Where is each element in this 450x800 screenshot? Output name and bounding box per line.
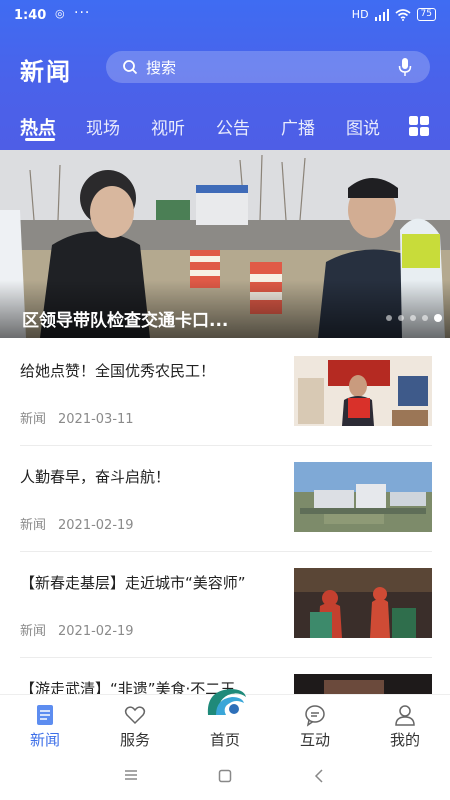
news-date: 2021-02-19 [58,624,134,639]
carousel-dot[interactable] [410,315,416,321]
chat-icon [305,705,325,727]
carousel-dot[interactable] [422,315,428,321]
search-icon [123,60,138,75]
active-tab-indicator [25,138,55,141]
wifi-icon [395,8,411,21]
battery-indicator: 75 [416,8,436,21]
news-date: 2021-03-11 [58,412,134,427]
heart-icon [124,706,146,725]
news-thumbnail [294,674,432,694]
nav-item-service[interactable]: 服务 [90,695,180,753]
tab-gallery[interactable]: 图说 [346,114,380,139]
notification-icon: ◎ [55,7,65,20]
search-input[interactable]: 搜索 [146,57,398,78]
signal-icon [374,8,389,21]
nav-item-news[interactable]: 新闻 [0,695,90,753]
system-navigation-bar [0,752,450,800]
news-thumbnail [294,568,432,638]
tab-notice[interactable]: 公告 [216,114,250,139]
news-title: 给她点赞！全国优秀农民工！ [20,362,216,380]
news-date: 2021-02-19 [58,518,134,533]
category-tabs: 热点 现场 视听 公告 广播 图说 [0,110,450,150]
home-logo-icon[interactable] [200,685,250,719]
news-list-item[interactable]: 给她点赞！全国优秀农民工！ 新闻 2021-03-11 [20,340,432,446]
app-header: 1:40 ◎ ··· HD 75 新闻 搜索 热点 现场 视听 公告 广播 图说 [0,0,450,150]
headline-banner[interactable]: 区领导带队检查交通卡口... [0,150,450,338]
microphone-icon[interactable] [398,57,412,77]
news-meta: 新闻 2021-02-19 [20,620,134,639]
news-source: 新闻 [20,624,47,639]
nav-label: 互动 [299,731,330,749]
user-icon [395,705,415,726]
news-list-item[interactable]: 人勤春早，奋斗启航！ 新闻 2021-02-19 [20,446,432,552]
carousel-dot-active[interactable] [434,314,442,322]
tab-hot[interactable]: 热点 [20,114,56,140]
carousel-dot[interactable] [386,315,392,321]
nav-item-interact[interactable]: 互动 [270,695,360,753]
news-meta: 新闻 2021-02-19 [20,514,134,533]
news-source: 新闻 [20,518,47,533]
page-title: 新闻 [20,58,72,86]
news-title: 【新春走基层】走近城市“美容师” [20,574,246,592]
status-bar: 1:40 ◎ ··· HD 75 [0,0,450,32]
banner-caption: 区领导带队检查交通卡口... [22,311,229,331]
carousel-dots [386,314,442,322]
news-list-item[interactable]: 【新春走基层】走近城市“美容师” 新闻 2021-02-19 [20,552,432,658]
news-icon [37,705,53,725]
tab-scene[interactable]: 现场 [86,114,120,139]
nav-label: 新闻 [29,731,60,749]
tab-media[interactable]: 视听 [151,114,185,139]
nav-item-profile[interactable]: 我的 [360,695,450,753]
more-notifications-icon: ··· [74,5,91,21]
nav-label: 首页 [209,731,240,749]
status-indicators: HD 75 [352,8,436,21]
grid-menu-icon[interactable] [408,115,430,137]
news-meta: 新闻 2021-03-11 [20,408,134,427]
menu-icon[interactable] [124,769,138,781]
news-title: 人勤春早，奋斗启航！ [20,468,171,486]
network-type: HD [351,8,369,21]
news-source: 新闻 [20,412,47,427]
news-thumbnail [294,462,432,532]
tab-broadcast[interactable]: 广播 [281,114,315,139]
search-bar[interactable]: 搜索 [106,51,430,83]
nav-label: 我的 [389,731,420,749]
news-thumbnail [294,356,432,426]
home-square-icon[interactable] [218,769,232,783]
nav-label: 服务 [119,731,150,749]
carousel-dot[interactable] [398,315,404,321]
back-icon[interactable] [314,769,324,783]
status-time: 1:40 [14,8,47,23]
